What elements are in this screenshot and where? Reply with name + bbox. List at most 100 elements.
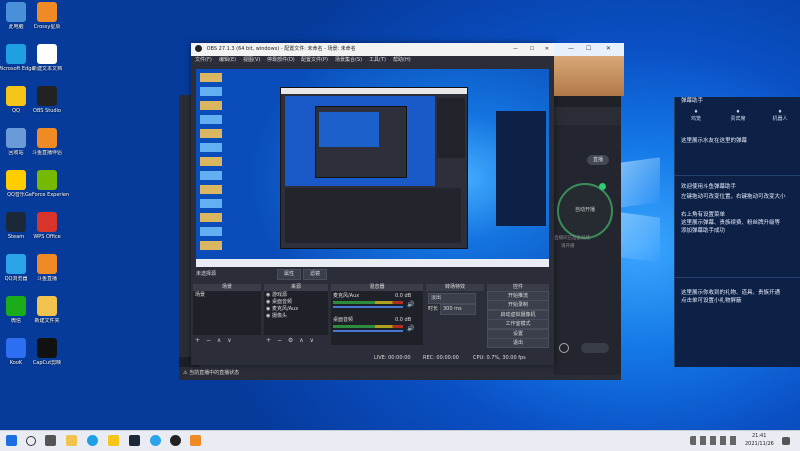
douyu-round-button[interactable] — [581, 343, 609, 353]
steam-icon[interactable] — [129, 435, 140, 446]
scene-item[interactable]: 场景 — [195, 292, 205, 299]
obs-menu-item[interactable]: 配置文件(P) — [301, 56, 328, 65]
add-scene-icon[interactable]: + — [195, 337, 200, 344]
qq-icon[interactable] — [108, 435, 119, 446]
preview-taskbar — [196, 259, 549, 267]
transition-select[interactable]: 淡出 — [428, 293, 476, 304]
window-close-button[interactable]: ✕ — [545, 43, 549, 56]
control-button[interactable]: 退出 — [487, 338, 549, 348]
obs-app-icon — [195, 45, 202, 52]
desktop-icon[interactable]: 新建文本文档 — [25, 44, 69, 72]
search-icon[interactable] — [26, 436, 36, 446]
app-icon — [6, 128, 26, 148]
qq-browser-icon[interactable] — [150, 435, 161, 446]
desktop-icon-label: 斗鱼直播 — [36, 276, 57, 282]
start-icon[interactable] — [6, 435, 17, 446]
source-up-icon[interactable]: ∧ — [299, 337, 303, 344]
douyu-topbar — [549, 95, 621, 107]
chat-msg-2: 左键拖动可改变位置，右键拖动可改变大小 — [681, 194, 786, 200]
add-source-icon[interactable]: + — [266, 337, 271, 344]
desktop-icon-label: 新建文件夹 — [34, 318, 60, 324]
obs-menu-item[interactable]: 工具(T) — [369, 56, 386, 65]
preview-nested-window — [280, 87, 468, 249]
wallpaper-beam — [620, 212, 660, 263]
remove-scene-icon[interactable]: − — [206, 337, 211, 344]
chat-msg-4: 这里展示弹幕、贵族续费、粉丝牌升级等 — [681, 220, 781, 226]
tray-icons[interactable] — [690, 436, 740, 445]
chat-tab[interactable]: ♦ 贵宾席 — [717, 109, 759, 129]
desktop-icon[interactable]: 斗鱼直播 — [25, 254, 69, 282]
app-icon — [6, 2, 26, 22]
preview-nested-preview — [285, 96, 435, 186]
app-icon — [37, 2, 57, 22]
bg-window-min[interactable]: — — [568, 45, 574, 52]
desktop-icon[interactable]: Crossy星辰 — [25, 2, 69, 30]
bg-window-close[interactable]: ✕ — [606, 45, 611, 52]
window-maximize-button[interactable]: ☐ — [530, 43, 534, 56]
desktop-icon[interactable]: CapCut剪映 — [25, 338, 69, 366]
chat-tab-label: 鸡笼 — [690, 116, 701, 122]
clock-time[interactable]: 21:41 — [752, 433, 766, 439]
desktop-icon[interactable]: WPS Office — [25, 212, 69, 240]
source-item[interactable]: ◉ 桌面音频 — [266, 299, 326, 306]
chat-tab-label: 贵宾席 — [730, 116, 746, 122]
douyu-live-button[interactable]: 直播 — [587, 155, 609, 165]
volume-meter — [333, 301, 403, 304]
chat-tab[interactable]: ♦ 机器人 — [759, 109, 800, 129]
desktop-icon[interactable]: 新建文件夹 — [25, 296, 69, 324]
source-item[interactable]: ◉ 麦克风/Aux — [266, 306, 326, 313]
douyu-start-circle[interactable]: 自动开播 — [557, 183, 613, 239]
scenes-toolbar: + − ∧ ∨ — [193, 337, 261, 345]
properties-button[interactable]: 属性 — [277, 269, 301, 280]
desktop-icon[interactable]: OBS Studio — [25, 86, 69, 114]
obs-preview — [196, 69, 549, 267]
move-down-icon[interactable]: ∨ — [227, 337, 231, 344]
duration-input[interactable]: 300 ms — [440, 304, 476, 315]
scenes-list: 场景 — [193, 291, 261, 335]
obs-menu-item[interactable]: 视图(V) — [243, 56, 260, 65]
source-item[interactable]: ◉ 摄像头 — [266, 313, 326, 320]
obs-menu-item[interactable]: 编辑(E) — [219, 56, 236, 65]
douyu-bottom-note: ⚠ 当前直播中的直播状态 — [183, 370, 240, 376]
filters-button[interactable]: 滤镜 — [303, 269, 327, 280]
douyu-hint-2: 请开播 — [561, 244, 575, 249]
obs-menubar: 文件(F) 编辑(E) 视图(V) 停靠部件(D) 配置文件(P) 场景集合(S) 工具(T… — [191, 56, 554, 65]
douyu-hint-1: 直播间已准备就绪 — [554, 236, 590, 241]
source-settings-icon[interactable]: ⚙ — [288, 337, 293, 344]
background-window-bar: — ☐ ✕ — [554, 43, 624, 56]
speaker-icon[interactable]: 🔊 — [407, 301, 414, 308]
move-up-icon[interactable]: ∧ — [217, 337, 221, 344]
chat-msg-6: 这里展示你收到的礼物、道具、贵族开通 — [681, 290, 781, 296]
obs-menu-item[interactable]: 场景集合(S) — [335, 56, 362, 65]
obs-menu-item[interactable]: 帮助(H) — [393, 56, 411, 65]
obs-icon[interactable] — [170, 435, 181, 446]
notification-icon[interactable] — [782, 437, 790, 445]
speaker-icon[interactable]: 🔊 — [407, 325, 414, 332]
file-explorer-icon[interactable] — [66, 435, 77, 446]
chat-msg-3: 右上角有设置菜单 — [681, 212, 726, 218]
obs-title: OBS 27.1.3 (64 bit, windows) - 配置文件: 未命名… — [206, 46, 356, 52]
source-down-icon[interactable]: ∨ — [310, 337, 314, 344]
obs-props-bar: 未选择源 属性 滤镜 — [191, 268, 554, 280]
clock-date[interactable]: 2021/11/26 — [745, 441, 774, 447]
desktop-icon[interactable]: GeForce Experience — [25, 170, 69, 198]
task-view-icon[interactable] — [45, 435, 56, 446]
sources-list: ◉ 游戏源 ◉ 桌面音频 ◉ 麦克风/Aux ◉ 摄像头 — [264, 291, 328, 335]
app-icon — [37, 128, 57, 148]
desktop-icon[interactable]: 斗鱼直播伴侣 — [25, 128, 69, 156]
remove-source-icon[interactable]: − — [277, 337, 282, 344]
bg-window-max[interactable]: ☐ — [586, 45, 591, 52]
douyu-settings-icon[interactable] — [559, 343, 569, 353]
source-item[interactable]: ◉ 游戏源 — [266, 292, 326, 299]
chat-tab[interactable]: ♦ 鸡笼 — [675, 109, 717, 129]
volume-slider[interactable] — [333, 306, 403, 308]
window-minimize-button[interactable]: — — [513, 43, 518, 56]
obs-menu-item[interactable]: 停靠部件(D) — [267, 56, 295, 65]
no-source-label: 未选择源 — [196, 271, 217, 277]
edge-icon[interactable] — [87, 435, 98, 446]
obs-menu-item[interactable]: 文件(F) — [195, 56, 212, 65]
douyu-icon[interactable] — [190, 435, 201, 446]
transitions-panel: 淡出 时长 300 ms — [426, 291, 484, 345]
volume-slider[interactable] — [333, 330, 403, 332]
desktop-icon-label: 斗鱼直播伴侣 — [31, 150, 62, 156]
